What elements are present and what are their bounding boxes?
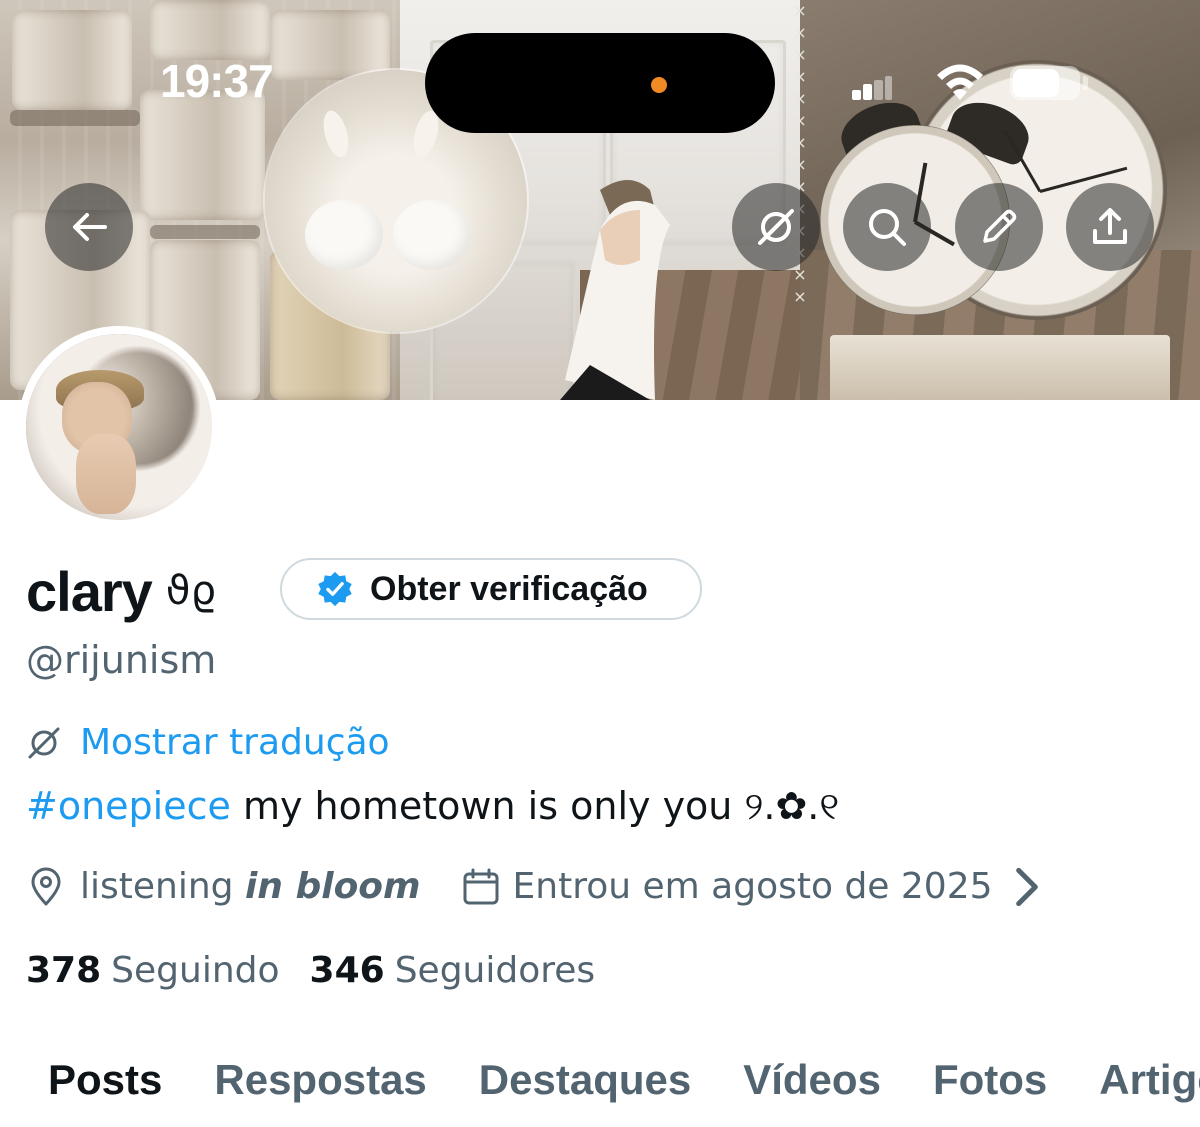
get-verified-label: Obter verificação — [370, 569, 648, 608]
show-translation-link[interactable]: Mostrar tradução — [26, 722, 390, 763]
profile-meta-row: listening in bloom Entrou em agosto de 2… — [26, 866, 1047, 907]
avatar[interactable] — [18, 326, 220, 528]
show-translation-label: Mostrar tradução — [80, 722, 390, 763]
get-verified-button[interactable]: Obter verificação — [280, 558, 702, 620]
following-label: Seguindo — [111, 950, 280, 991]
calendar-icon — [463, 868, 499, 904]
bio-text: my hometown is only you ୨.✿.୧ — [230, 784, 840, 828]
avatar-photo — [26, 334, 212, 520]
location-pin-icon — [31, 867, 61, 905]
privacy-indicator-dot — [651, 77, 667, 93]
translate-button[interactable] — [732, 183, 820, 271]
translate-icon — [28, 727, 60, 758]
wifi-icon — [937, 64, 983, 100]
edit-profile-button[interactable] — [955, 183, 1043, 271]
bio-hashtag-link[interactable]: #onepiece — [26, 784, 231, 828]
tab-artigos[interactable]: Artigos — [1099, 1050, 1200, 1127]
share-button[interactable] — [1066, 183, 1154, 271]
back-arrow-icon — [73, 213, 107, 241]
display-name: clary — [26, 559, 153, 623]
dynamic-island — [425, 33, 775, 133]
verified-badge-icon — [318, 571, 352, 607]
tab-destaques[interactable]: Destaques — [479, 1050, 691, 1127]
tab-posts[interactable]: Posts — [48, 1050, 162, 1127]
tab-videos[interactable]: Vídeos — [743, 1050, 881, 1127]
profile-tabs: Posts Respostas Destaques Vídeos Fotos A… — [0, 1050, 1200, 1127]
tab-fotos[interactable]: Fotos — [933, 1050, 1047, 1127]
search-button[interactable] — [843, 183, 931, 271]
back-button[interactable] — [45, 183, 133, 271]
share-icon — [1093, 208, 1127, 244]
followers-count: 346 — [309, 950, 385, 991]
banner-stitch-decoration: ×××××××××××××× — [793, 1, 807, 306]
profile-location: listening in bloom — [80, 866, 421, 907]
edit-pencil-icon — [983, 209, 1017, 243]
profile-bio: #onepiece my hometown is only you ୨.✿.୧ — [26, 784, 839, 829]
chevron-right-icon — [1015, 867, 1038, 906]
cellular-signal-icon — [852, 76, 892, 100]
joined-date-link[interactable]: Entrou em agosto de 2025 — [461, 866, 1047, 907]
username-handle: @rijunism — [26, 638, 217, 682]
battery-icon — [1010, 66, 1080, 100]
following-count: 378 — [26, 950, 102, 991]
name-decoration: ϑϱ — [165, 568, 216, 614]
followers-label: Seguidores — [394, 950, 596, 991]
status-time: 19:37 — [160, 55, 274, 107]
profile-name-row: clary ϑϱ — [26, 556, 216, 626]
following-link[interactable]: 378 Seguindo — [26, 950, 280, 991]
search-icon — [869, 209, 906, 246]
followers-link[interactable]: 346 Seguidores — [310, 950, 596, 991]
tab-respostas[interactable]: Respostas — [214, 1050, 426, 1127]
follow-stats: 378 Seguindo 346 Seguidores — [26, 950, 595, 991]
translate-icon — [758, 209, 794, 245]
joined-date: Entrou em agosto de 2025 — [512, 866, 993, 907]
